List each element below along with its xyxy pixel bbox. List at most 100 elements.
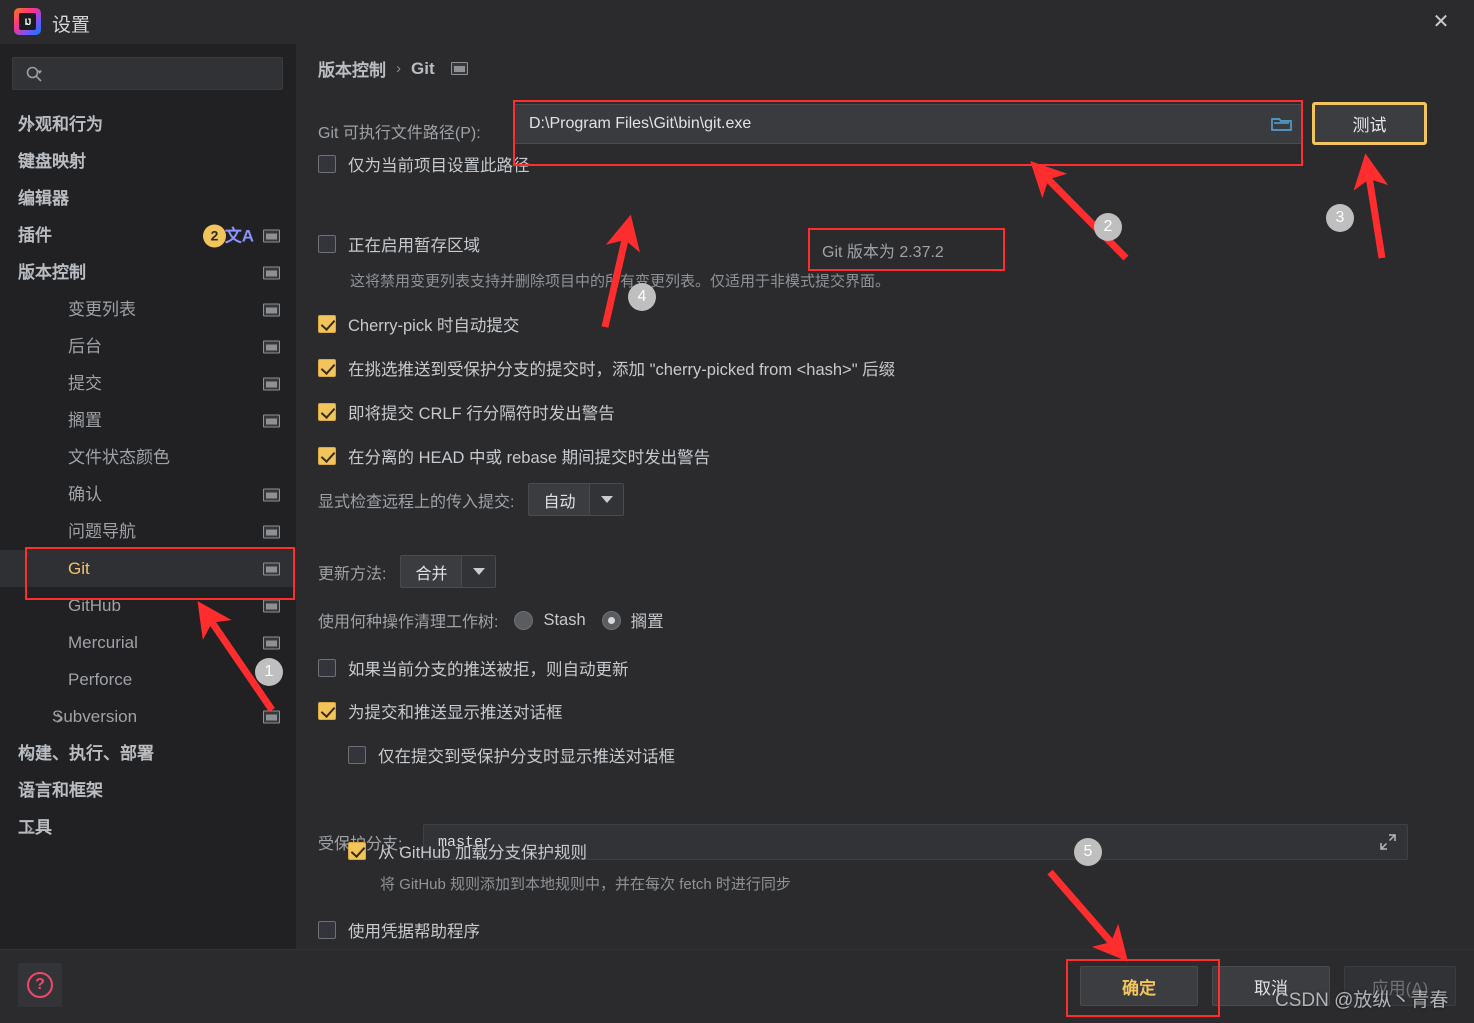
chevron-down-icon[interactable] [461, 556, 496, 587]
load-github-rules-hint: 将 GitHub 规则添加到本地规则中，并在每次 fetch 时进行同步 [380, 876, 791, 893]
sidebar-item-[interactable]: 键盘映射 [0, 143, 296, 180]
sidebar-item-label: GitHub [68, 596, 121, 615]
folder-icon[interactable] [1271, 115, 1293, 133]
copy-settings-icon[interactable] [263, 599, 280, 612]
chevron-right-icon[interactable] [22, 192, 36, 206]
close-icon[interactable]: ✕ [1426, 8, 1456, 36]
cancel-button[interactable]: 取消 [1212, 966, 1330, 1006]
chevron-down-icon[interactable] [589, 484, 624, 515]
staging-area-checkbox-row[interactable]: 正在启用暂存区域 [318, 232, 480, 256]
show-push-dialog-checkbox[interactable] [318, 702, 336, 720]
show-push-dialog-row[interactable]: 为提交和推送显示推送对话框 [318, 699, 563, 723]
project-only-checkbox-row[interactable]: 仅为当前项目设置此路径 [318, 152, 530, 176]
sidebar-item-mercurial[interactable]: Mercurial [0, 624, 296, 661]
copy-settings-icon[interactable] [263, 340, 280, 353]
clean-worktree-radio-shelve[interactable] [601, 610, 621, 630]
cherry-pick-autocommit-row[interactable]: Cherry-pick 时自动提交 [318, 312, 519, 336]
sidebar-item-[interactable]: 提交 [0, 365, 296, 402]
copy-settings-icon[interactable] [450, 62, 468, 75]
ok-button[interactable]: 确定 [1080, 966, 1198, 1006]
sidebar-item-github[interactable]: GitHub [0, 587, 296, 624]
sidebar-item-label: 键盘映射 [18, 152, 86, 171]
incoming-commits-value: 自动 [543, 493, 576, 511]
sidebar-item-git[interactable]: Git [0, 550, 296, 587]
copy-settings-icon[interactable] [263, 525, 280, 538]
test-button[interactable]: 测试 [1312, 102, 1427, 145]
copy-settings-icon[interactable] [263, 710, 280, 723]
staging-area-checkbox[interactable] [318, 235, 336, 253]
use-credential-helper-row[interactable]: 使用凭据帮助程序 [318, 918, 480, 942]
incoming-commits-row: 显式检查远程上的传入提交: 自动 [318, 483, 625, 516]
load-github-rules-label: 从 GitHub 加载分支保护规则 [378, 844, 588, 862]
sidebar-item-[interactable]: 版本控制 [0, 254, 296, 291]
sidebar-item-[interactable]: 工具 [0, 809, 296, 846]
sidebar-item-[interactable]: 变更列表 [0, 291, 296, 328]
clean-worktree-option-shelve[interactable]: 搁置 [631, 608, 664, 632]
chevron-right-icon[interactable] [52, 710, 66, 724]
sidebar-item-[interactable]: 文件状态颜色 [0, 439, 296, 476]
expand-icon[interactable] [1379, 833, 1397, 851]
sidebar-item-[interactable]: 问题导航 [0, 513, 296, 550]
project-only-checkbox[interactable] [318, 155, 336, 173]
load-github-rules-checkbox[interactable] [348, 842, 366, 860]
copy-settings-icon[interactable] [263, 266, 280, 279]
chevron-right-icon[interactable] [22, 747, 36, 761]
use-credential-helper-label: 使用凭据帮助程序 [348, 923, 480, 941]
cherry-picked-suffix-row[interactable]: 在挑选推送到受保护分支的提交时，添加 "cherry-picked from <… [318, 356, 895, 380]
copy-settings-icon[interactable] [263, 414, 280, 427]
cherry-picked-suffix-checkbox[interactable] [318, 359, 336, 377]
incoming-commits-select[interactable]: 自动 [528, 483, 625, 516]
chevron-right-icon[interactable] [22, 118, 36, 132]
logo-inner: IJ [19, 13, 36, 30]
copy-settings-icon[interactable] [263, 488, 280, 501]
cherry-pick-autocommit-checkbox[interactable] [318, 315, 336, 333]
breadcrumb-parent[interactable]: 版本控制 [318, 56, 386, 81]
settings-dialog: IJ 设置 ✕ 外观和行为 键盘映射 编辑器 插件 2 文A 版本控制 变更列表 后台 提交 搁置文… [0, 0, 1474, 1023]
intellij-logo-icon: IJ [14, 8, 41, 35]
chevron-right-icon[interactable] [22, 821, 36, 835]
copy-settings-icon[interactable] [263, 229, 280, 242]
show-push-dialog-protected-checkbox[interactable] [348, 746, 366, 764]
breadcrumb-separator: › [396, 60, 401, 77]
load-github-rules-row[interactable]: 从 GitHub 加载分支保护规则 [348, 839, 587, 863]
sidebar-item-[interactable]: 编辑器 [0, 180, 296, 217]
detached-head-warning-row[interactable]: 在分离的 HEAD 中或 rebase 期间提交时发出警告 [318, 444, 710, 468]
breadcrumb-current: Git [411, 58, 435, 78]
sidebar-item-label: 提交 [68, 374, 102, 393]
show-push-dialog-protected-row[interactable]: 仅在提交到受保护分支时显示推送对话框 [348, 743, 675, 767]
crlf-warning-checkbox[interactable] [318, 403, 336, 421]
title-bar: IJ 设置 ✕ [0, 0, 1474, 44]
use-credential-helper-checkbox[interactable] [318, 921, 336, 939]
translate-icon[interactable]: 文A [225, 227, 254, 244]
search-input[interactable] [12, 57, 283, 90]
chevron-down-icon[interactable] [22, 266, 36, 280]
git-path-input[interactable]: D:\Program Files\Git\bin\git.exe [514, 104, 1302, 144]
detached-head-warning-checkbox[interactable] [318, 447, 336, 465]
help-button[interactable]: ? [18, 963, 62, 1007]
auto-update-rejected-label: 如果当前分支的推送被拒，则自动更新 [348, 661, 629, 679]
sidebar-item-label: 后台 [68, 337, 102, 356]
copy-settings-icon[interactable] [263, 377, 280, 390]
sidebar-item-[interactable]: 语言和框架 [0, 772, 296, 809]
sidebar-item-[interactable]: 构建、执行、部署 [0, 735, 296, 772]
auto-update-rejected-row[interactable]: 如果当前分支的推送被拒，则自动更新 [318, 656, 629, 680]
sidebar-item-[interactable]: 后台 [0, 328, 296, 365]
sidebar-item-[interactable]: 外观和行为 [0, 106, 296, 143]
copy-settings-icon[interactable] [263, 303, 280, 316]
project-only-label: 仅为当前项目设置此路径 [348, 157, 530, 175]
show-push-dialog-label: 为提交和推送显示推送对话框 [348, 704, 563, 722]
copy-settings-icon[interactable] [263, 562, 280, 575]
sidebar-item-subversion[interactable]: Subversion [0, 698, 296, 735]
sidebar-item-[interactable]: 插件 2 文A [0, 217, 296, 254]
chevron-right-icon[interactable] [22, 784, 36, 798]
sidebar-item-[interactable]: 确认 [0, 476, 296, 513]
clean-worktree-option-stash[interactable]: Stash [543, 611, 585, 630]
sidebar-item-perforce[interactable]: Perforce [0, 661, 296, 698]
copy-settings-icon[interactable] [263, 636, 280, 649]
clean-worktree-radio-stash[interactable] [514, 610, 534, 630]
auto-update-rejected-checkbox[interactable] [318, 659, 336, 677]
sidebar-item-[interactable]: 搁置 [0, 402, 296, 439]
crlf-warning-row[interactable]: 即将提交 CRLF 行分隔符时发出警告 [318, 400, 615, 424]
sidebar-item-label: 问题导航 [68, 522, 136, 541]
update-method-select[interactable]: 合并 [400, 555, 497, 588]
